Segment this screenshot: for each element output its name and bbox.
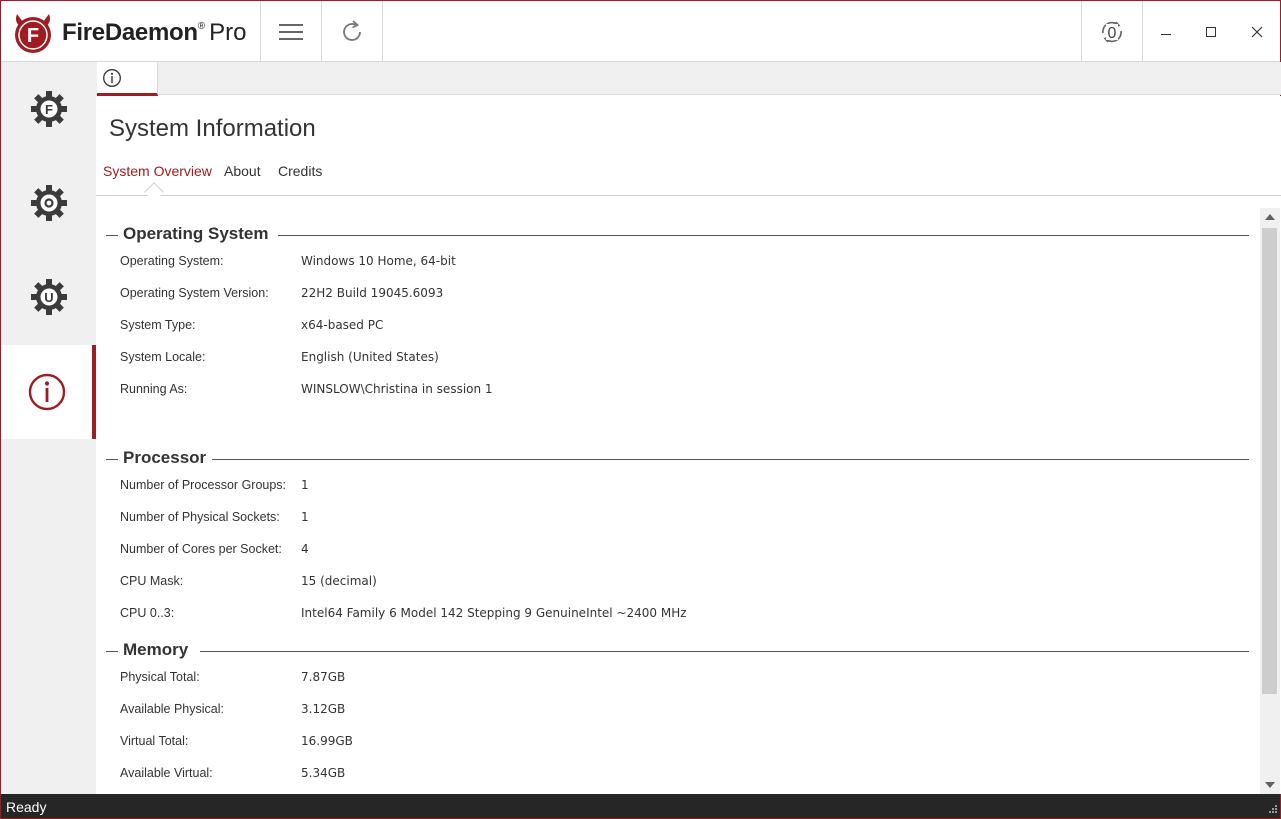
info-label: Operating System: [120,254,224,268]
section-operating-system: Operating System Operating System: Window… [106,224,1249,404]
vertical-scrollbar[interactable] [1260,208,1280,794]
nav-item-updates[interactable]: U [1,250,96,344]
section-rule [208,459,1249,460]
section-processor: Processor Number of Processor Groups: 1 N… [106,448,1249,628]
tab-credits[interactable]: Credits [278,163,322,179]
active-tab-caret [144,182,164,202]
close-icon [1251,26,1263,37]
info-label: Operating System Version: [120,286,269,300]
info-label: Available Physical: [120,702,224,716]
toolbar-divider [382,1,383,62]
side-navigation: F U [1,62,96,794]
app-brand: FireDaemon® Pro [62,19,247,46]
info-icon [28,373,65,411]
tab-system-overview[interactable]: System Overview [103,163,212,179]
minimize-icon [1161,33,1171,35]
chevron-up-icon [1265,214,1275,220]
scrollbar-thumb[interactable] [1262,228,1277,694]
section-rule [106,651,118,652]
svg-text:U: U [44,290,53,305]
info-label: Number of Processor Groups: [120,478,287,492]
main-content: System Information System Overview About… [96,96,1281,794]
menu-button[interactable] [261,1,321,62]
info-label: Running As: [120,382,188,396]
info-icon [103,68,121,87]
scroll-down-button[interactable] [1260,776,1280,794]
section-rule [106,459,118,460]
minimize-button[interactable] [1143,1,1189,62]
hamburger-icon [279,23,303,40]
info-value[interactable]: 1 [301,510,309,524]
app-window: F FireDaemon® Pro 0 F U System Informati… [0,0,1281,819]
section-memory: Memory Physical Total: 7.87GB Available P… [106,640,1249,790]
info-value[interactable]: 3.12GB [301,702,345,716]
maximize-button[interactable] [1188,1,1234,62]
chevron-down-icon [1265,782,1275,788]
tab-system-information[interactable] [97,62,158,96]
nav-item-system-information[interactable] [1,345,96,439]
info-value[interactable]: 16.99GB [301,734,353,748]
info-value[interactable]: 1 [301,478,309,492]
section-rule [278,235,1249,236]
scroll-up-button[interactable] [1260,208,1280,226]
page-title: System Information [109,115,316,142]
sync-button[interactable]: 0 [1082,1,1142,62]
tab-about[interactable]: About [224,163,261,179]
section-title: Processor [123,448,213,468]
status-text: Ready [6,799,47,815]
info-label: System Locale: [120,350,206,364]
info-label: Number of Physical Sockets: [120,510,280,524]
section-rule [106,235,118,236]
gear-u-icon: U [30,279,67,315]
nav-item-services[interactable]: F [1,62,96,156]
info-label: Virtual Total: [120,734,189,748]
sub-tab-bar: System Overview About Credits [96,158,1281,202]
info-value[interactable]: 4 [301,542,309,556]
sync-counter-icon: 0 [1102,20,1122,43]
info-value[interactable]: x64-based PC [301,318,383,332]
gear-f-icon: F [30,91,67,127]
info-label: Physical Total: [120,670,200,684]
section-rule [200,651,1249,652]
info-label: CPU 0..3: [120,606,175,620]
info-value[interactable]: 15 (decimal) [301,574,377,588]
title-bar: F FireDaemon® Pro 0 [1,1,1280,62]
section-title: Memory [123,640,195,660]
svg-text:F: F [27,25,39,47]
info-value[interactable]: 7.87GB [301,670,345,684]
info-label: Available Virtual: [120,766,213,780]
resize-grip-icon[interactable] [1266,804,1278,816]
info-value[interactable]: 22H2 Build 19045.6093 [301,286,443,300]
maximize-icon [1206,26,1216,37]
info-label: CPU Mask: [120,574,184,588]
refresh-icon [343,19,361,41]
gear-circle-icon [30,185,67,221]
close-button[interactable] [1234,1,1280,62]
firedaemon-logo-icon: F [15,14,51,53]
svg-text:F: F [45,102,53,117]
info-value[interactable]: Intel64 Family 6 Model 142 Stepping 9 Ge… [301,606,687,620]
document-tab-strip [96,62,1281,96]
info-value[interactable]: Windows 10 Home, 64-bit [301,254,456,268]
info-value[interactable]: WINSLOW\Christina in session 1 [301,382,493,396]
svg-text:0: 0 [1108,25,1117,42]
info-value[interactable]: English (United States) [301,350,439,364]
refresh-button[interactable] [322,1,382,62]
section-title: Operating System [123,224,275,244]
info-label: Number of Cores per Socket: [120,542,282,556]
status-bar: Ready [1,794,1280,818]
nav-item-options[interactable] [1,156,96,250]
info-value[interactable]: 5.34GB [301,766,345,780]
info-label: System Type: [120,318,196,332]
